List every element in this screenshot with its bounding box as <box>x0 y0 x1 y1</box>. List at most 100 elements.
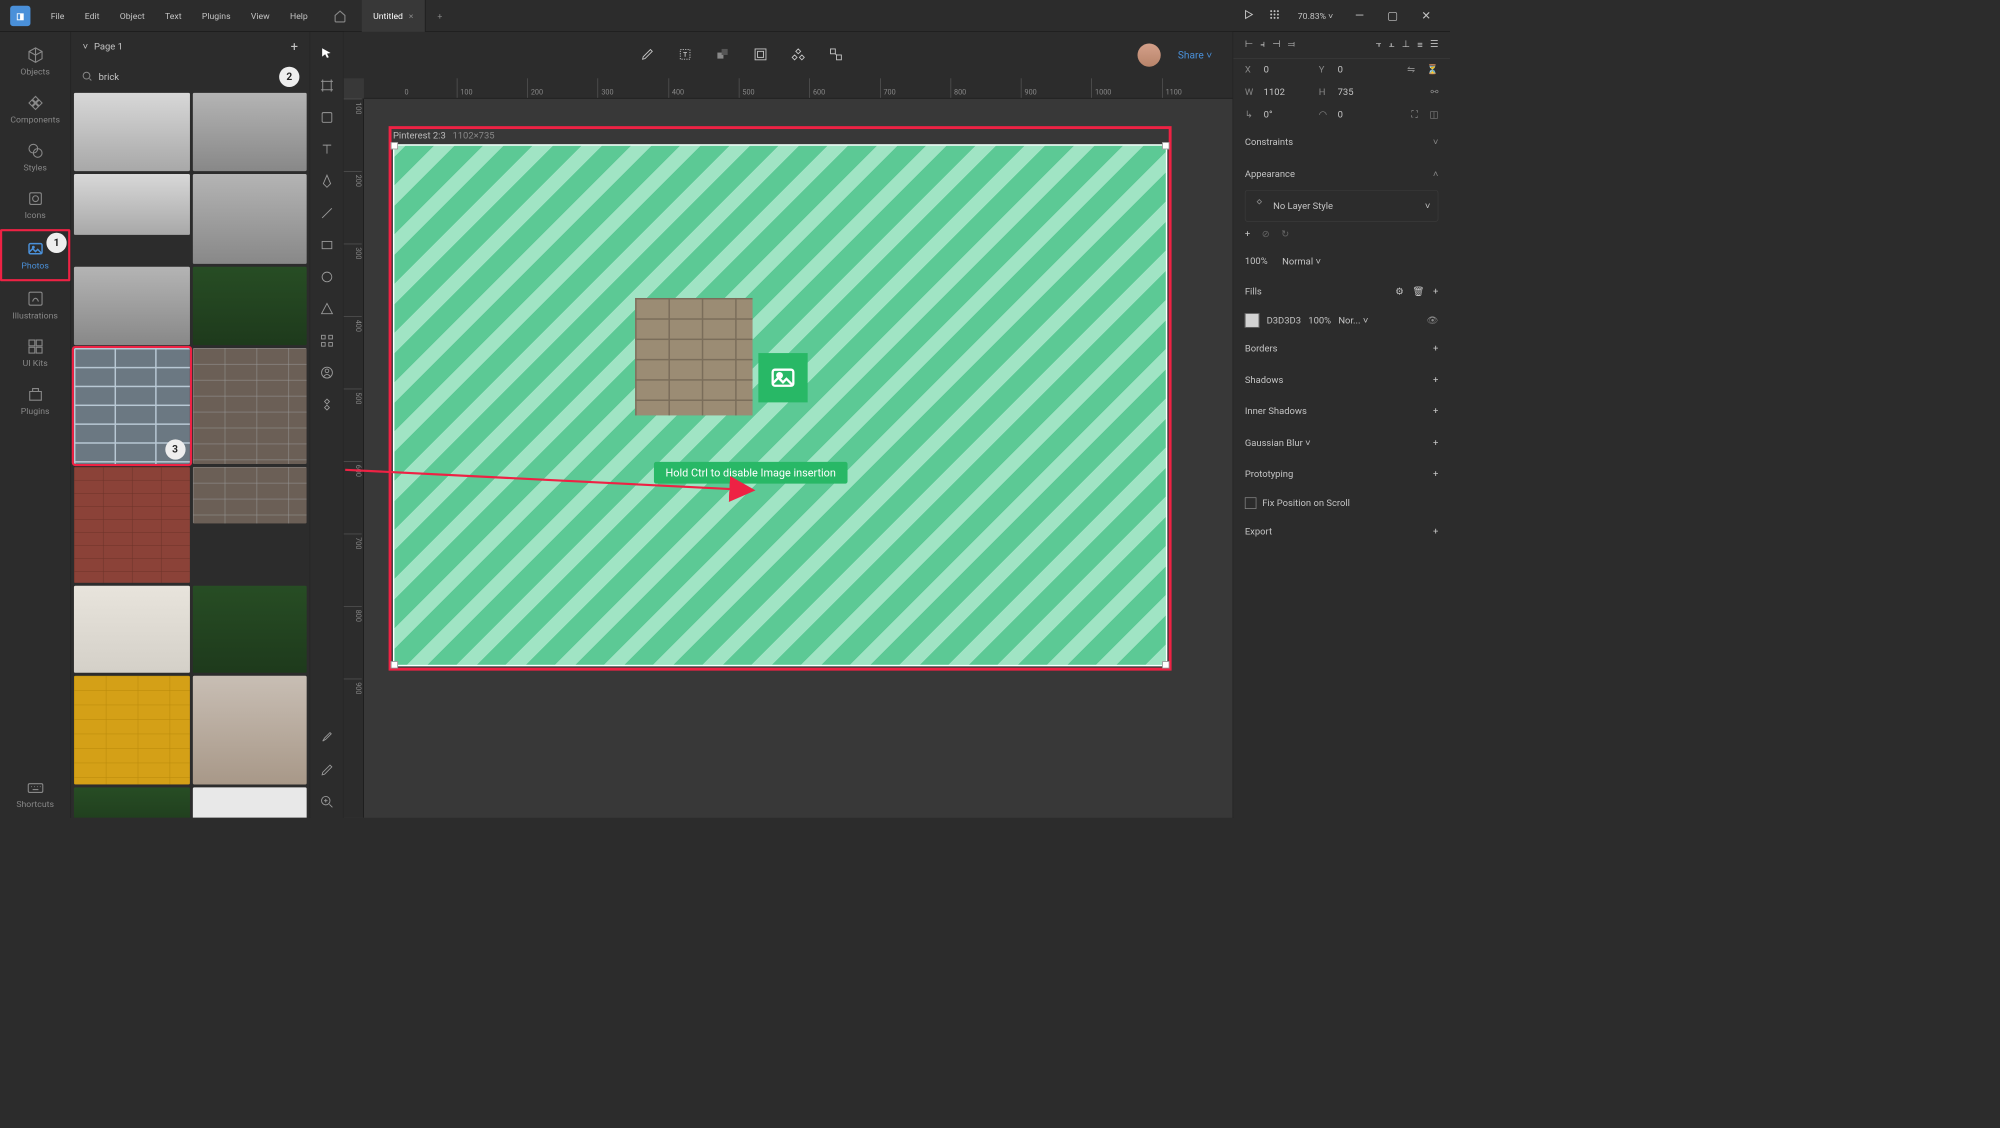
play-icon[interactable] <box>1240 6 1257 26</box>
photo-thumb[interactable] <box>74 93 190 171</box>
inner-shadows-section[interactable]: Inner Shadows+ <box>1233 396 1450 427</box>
fix-position-checkbox[interactable] <box>1245 497 1257 509</box>
blend-mode[interactable]: Normal ˅ <box>1282 256 1321 268</box>
tool-diamond-icon[interactable] <box>310 389 343 421</box>
tab-close-icon[interactable]: × <box>409 11 414 21</box>
selection-handle[interactable] <box>1162 142 1169 149</box>
tool-rectangle[interactable] <box>310 229 343 261</box>
photo-thumb[interactable] <box>192 93 306 171</box>
rotation-input[interactable] <box>1264 109 1308 120</box>
tool-color-picker[interactable] <box>310 722 343 754</box>
tool-zoom[interactable] <box>310 786 343 818</box>
tool-select[interactable] <box>310 38 343 70</box>
tool-components-icon[interactable] <box>310 325 343 357</box>
tool-pen[interactable] <box>310 165 343 197</box>
menu-text[interactable]: Text <box>155 0 192 32</box>
app-logo[interactable]: ◨ <box>6 1 35 30</box>
photo-thumb[interactable] <box>192 787 306 817</box>
create-component-icon[interactable] <box>788 44 808 66</box>
tool-text[interactable] <box>310 133 343 165</box>
fix-position-row[interactable]: Fix Position on Scroll <box>1233 490 1450 516</box>
tool-pencil[interactable] <box>310 754 343 786</box>
tool-artboard[interactable] <box>310 70 343 102</box>
appearance-section[interactable]: Appearance˄ <box>1233 158 1450 190</box>
detach-icon[interactable] <box>826 44 846 66</box>
distribute-h-icon[interactable]: ⫤ <box>1288 39 1295 51</box>
align-middle-icon[interactable]: ⫠ <box>1389 39 1395 51</box>
page-header[interactable]: ˅ Page 1 + <box>71 32 310 61</box>
sidebar-item-objects[interactable]: Objects <box>0 38 70 86</box>
fill-blend-mode[interactable]: Nor... ˅ <box>1338 315 1368 327</box>
add-style-icon[interactable]: + <box>1245 229 1250 240</box>
prototyping-add-icon[interactable]: + <box>1433 469 1438 480</box>
prototyping-section[interactable]: Prototyping+ <box>1233 459 1450 490</box>
fills-section[interactable]: Fills ⚙ 🗑 + <box>1233 276 1450 307</box>
menu-plugins[interactable]: Plugins <box>192 0 241 32</box>
borders-add-icon[interactable]: + <box>1433 344 1438 355</box>
align-right-icon[interactable]: ⊣ <box>1272 39 1280 51</box>
tool-polygon[interactable] <box>310 293 343 325</box>
sidebar-item-plugins[interactable]: Plugins <box>0 377 70 425</box>
sidebar-item-shortcuts[interactable]: Shortcuts <box>0 770 70 818</box>
flip-v-icon[interactable]: ⏳ <box>1427 65 1439 76</box>
text-frame-icon[interactable] <box>675 44 695 66</box>
fill-color-swatch[interactable] <box>1245 313 1260 328</box>
menu-edit[interactable]: Edit <box>75 0 110 32</box>
window-close-icon[interactable]: ✕ <box>1414 6 1438 26</box>
dragged-image-preview[interactable] <box>635 298 752 415</box>
sidebar-item-photos[interactable]: 1 Photos <box>0 229 70 281</box>
fills-delete-icon[interactable]: 🗑 <box>1412 286 1424 297</box>
align-top-icon[interactable]: ⫟ <box>1376 39 1382 51</box>
fill-visibility-icon[interactable]: 👁 <box>1426 315 1438 326</box>
menu-file[interactable]: File <box>41 0 75 32</box>
photo-thumb[interactable] <box>74 586 190 673</box>
align-center-h-icon[interactable]: ⫞ <box>1260 39 1265 51</box>
opacity-value[interactable]: 100% <box>1245 256 1268 268</box>
corner-input[interactable] <box>1338 109 1382 120</box>
artboard[interactable]: Hold Ctrl to disable Image insertion <box>393 144 1167 666</box>
fill-swatch-icon[interactable] <box>713 44 733 66</box>
tab-add-button[interactable]: + <box>426 11 454 21</box>
disable-style-icon[interactable]: ⊘ <box>1262 229 1270 240</box>
photo-thumb[interactable] <box>192 586 306 673</box>
menu-object[interactable]: Object <box>110 0 155 32</box>
selection-handle[interactable] <box>391 142 398 149</box>
gaussian-blur-section[interactable]: Gaussian Blur ˅+ <box>1233 427 1450 459</box>
tool-ellipse[interactable] <box>310 261 343 293</box>
photo-thumb-selected[interactable]: 3 <box>74 348 190 464</box>
photo-thumb[interactable] <box>192 676 306 785</box>
selection-handle[interactable] <box>1162 661 1169 668</box>
w-input[interactable] <box>1264 87 1308 98</box>
lock-ratio-icon[interactable]: ⚯ <box>1430 87 1438 98</box>
selection-handle[interactable] <box>391 661 398 668</box>
distribute-v-icon[interactable]: ≡ <box>1417 39 1423 51</box>
fill-hex[interactable]: D3D3D3 <box>1267 315 1301 326</box>
sidebar-item-styles[interactable]: Styles <box>0 133 70 181</box>
flip-h-icon[interactable]: ⇋ <box>1407 65 1415 76</box>
tool-shape[interactable] <box>310 102 343 134</box>
photo-thumb[interactable] <box>74 467 190 583</box>
menu-help[interactable]: Help <box>280 0 318 32</box>
sidebar-item-icons[interactable]: Icons <box>0 181 70 229</box>
home-icon[interactable] <box>318 9 362 22</box>
tool-line[interactable] <box>310 197 343 229</box>
layer-style-selector[interactable]: No Layer Style ˅ <box>1245 190 1439 222</box>
menu-view[interactable]: View <box>241 0 280 32</box>
fill-row[interactable]: D3D3D3 100% Nor... ˅ 👁 <box>1233 307 1450 333</box>
group-icon[interactable] <box>751 44 771 66</box>
fills-settings-icon[interactable]: ⚙ <box>1395 286 1403 297</box>
photo-thumb[interactable] <box>74 174 190 235</box>
search-input[interactable] <box>99 71 300 82</box>
photo-thumb[interactable] <box>74 787 190 817</box>
window-maximize-icon[interactable]: ▢ <box>1380 6 1405 26</box>
export-add-icon[interactable]: + <box>1433 526 1438 537</box>
export-section[interactable]: Export+ <box>1233 516 1450 547</box>
photo-thumb[interactable] <box>74 267 190 345</box>
photo-thumb[interactable] <box>192 348 306 464</box>
fit-icon[interactable]: ⛶ <box>1411 109 1418 120</box>
photo-thumb[interactable] <box>192 267 306 345</box>
align-bottom-icon[interactable]: ⊥ <box>1402 39 1410 51</box>
more-align-icon[interactable]: ☰ <box>1430 39 1438 51</box>
user-avatar[interactable] <box>1137 44 1160 67</box>
reset-style-icon[interactable]: ↻ <box>1281 229 1289 240</box>
